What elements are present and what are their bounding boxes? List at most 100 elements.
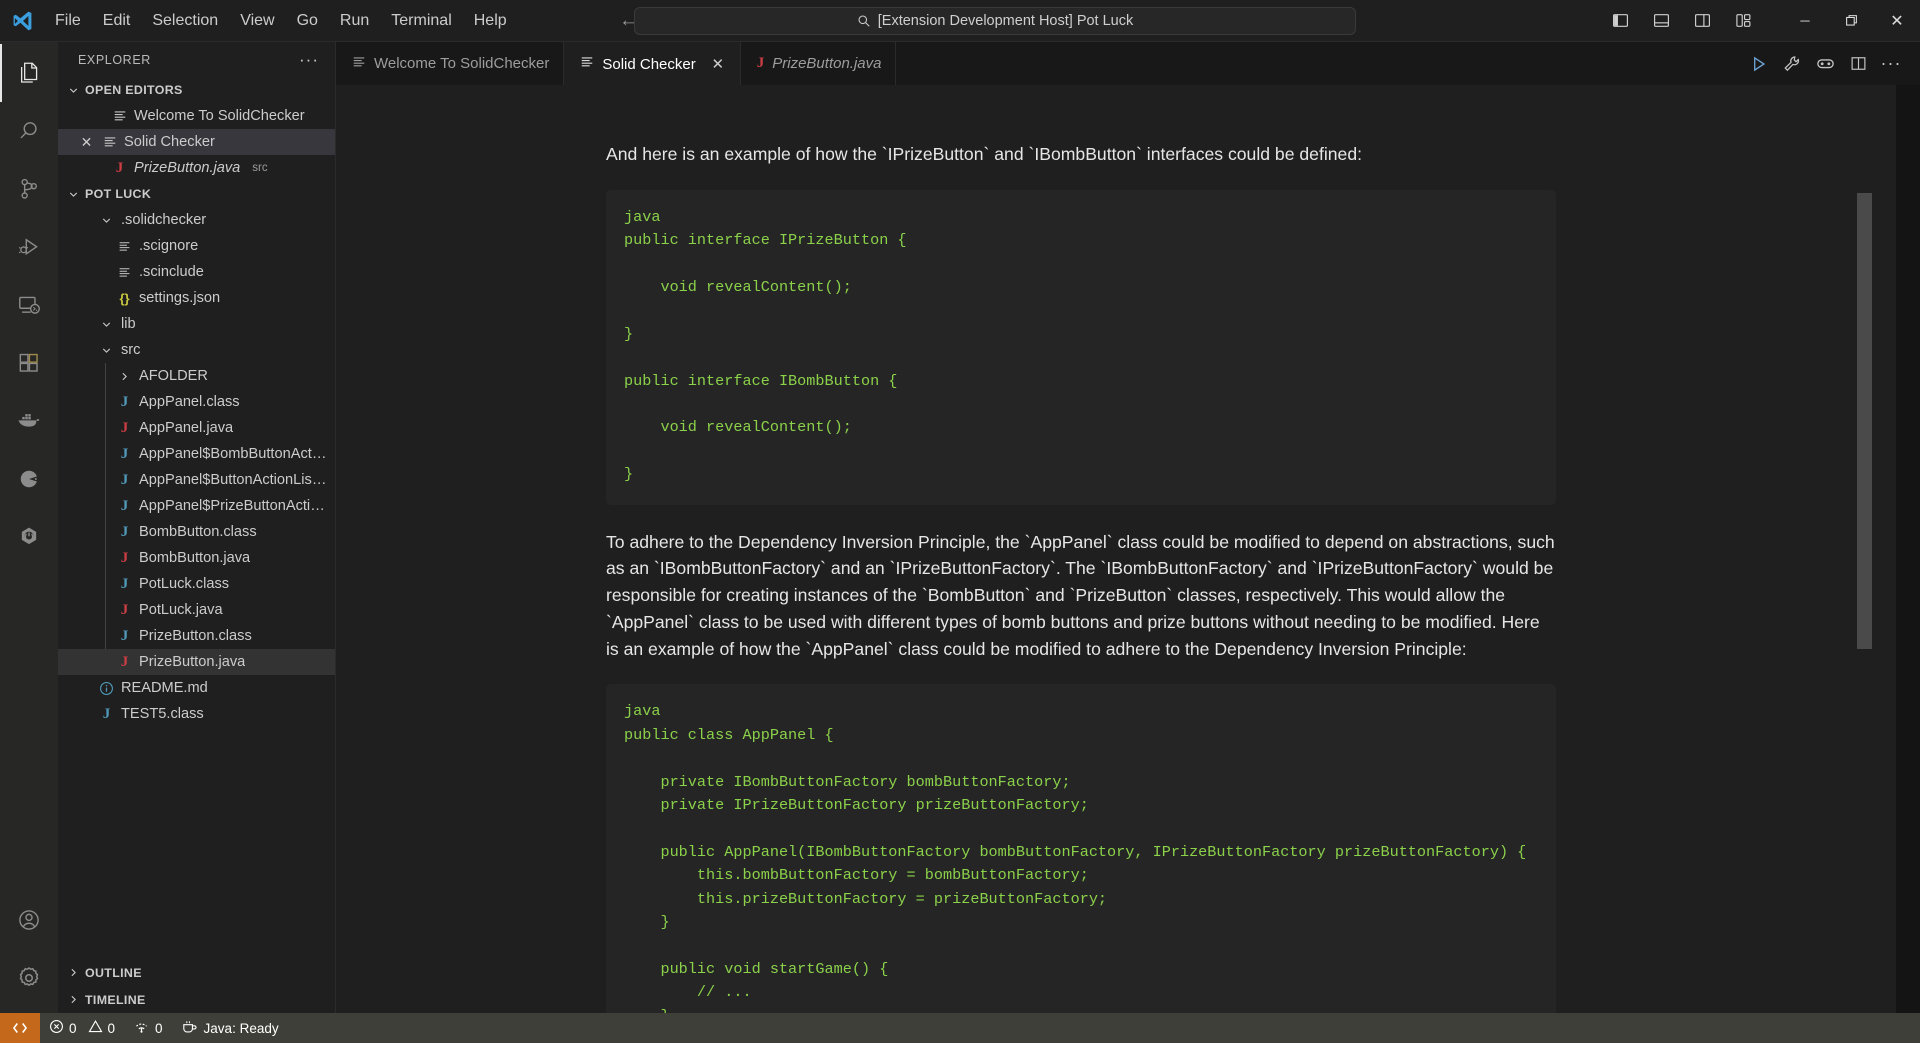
activity-item-extensions[interactable]	[0, 334, 58, 392]
markdown-preview-scroll[interactable]: And here is an example of how the `IPriz…	[606, 85, 1896, 1013]
activity-item-power[interactable]	[0, 508, 58, 566]
status-ports[interactable]: 0	[124, 1013, 172, 1043]
section-open-editors[interactable]: OPEN EDITORS	[58, 77, 335, 103]
source-control-icon	[21, 178, 37, 199]
java-source-icon: J	[756, 55, 765, 71]
java-source-icon: J	[115, 159, 124, 176]
tree-item-apppanel-bombbuttonactionlistener-class[interactable]: J AppPanel$BombButtonActionListener.cl..…	[58, 441, 335, 467]
open-editor-prizebutton-java[interactable]: J PrizeButton.java src	[58, 155, 335, 181]
settings-file-icon	[116, 266, 133, 279]
minimize-button[interactable]: ─	[1782, 0, 1828, 42]
tree-item-readme-md[interactable]: README.md	[58, 675, 335, 701]
status-bar: 0 0 0 Java: Ready	[0, 1013, 1920, 1043]
activity-item-explorer[interactable]	[0, 44, 58, 102]
tree-item-settings-json[interactable]: {} settings.json	[58, 285, 335, 311]
open-editor-welcome[interactable]: Welcome To SolidChecker	[58, 103, 335, 129]
menu-selection[interactable]: Selection	[142, 7, 228, 35]
section-outline[interactable]: OUTLINE	[58, 959, 335, 986]
status-java[interactable]: Java: Ready	[172, 1013, 288, 1043]
open-editors-list: Welcome To SolidChecker ✕ Solid Checker …	[58, 103, 335, 181]
remote-window-indicator[interactable]	[0, 1013, 40, 1043]
menu-terminal[interactable]: Terminal	[381, 7, 461, 35]
preview-file-icon	[580, 55, 594, 73]
markdown-preview[interactable]: And here is an example of how the `IPriz…	[606, 85, 1896, 1013]
toggle-primary-sidebar-icon[interactable]	[1603, 6, 1637, 36]
tree-item-potluck-java[interactable]: J PotLuck.java	[58, 597, 335, 623]
tree-item-src[interactable]: src	[58, 337, 335, 363]
activity-item-search[interactable]	[0, 102, 58, 160]
tree-item-scignore[interactable]: .scignore	[58, 233, 335, 259]
tree-item-apppanel-java[interactable]: J AppPanel.java	[58, 415, 335, 441]
tree-item-label: .scinclude	[139, 264, 204, 280]
preview-vertical-scrollbar[interactable]	[1857, 85, 1872, 1013]
tree-item-afolder[interactable]: AFOLDER	[58, 363, 335, 389]
scrollbar-thumb[interactable]	[1857, 193, 1872, 649]
menu-help[interactable]: Help	[464, 7, 517, 35]
tree-item-bombbutton-class[interactable]: J BombButton.class	[58, 519, 335, 545]
java-source-icon: J	[120, 601, 129, 618]
menu-file[interactable]: File	[45, 7, 91, 35]
maximize-button[interactable]	[1828, 0, 1874, 42]
menu-view[interactable]: View	[230, 7, 284, 35]
code-block-1: java public interface IPrizeButton { voi…	[606, 189, 1556, 505]
java-class-icon: J	[120, 497, 129, 514]
open-editor-solid-checker[interactable]: ✕ Solid Checker	[58, 129, 335, 155]
remote-explorer-icon	[19, 296, 40, 314]
tree-item-prizebutton-java[interactable]: J PrizeButton.java	[58, 649, 335, 675]
section-outline-label: OUTLINE	[85, 965, 142, 980]
chevron-down-icon	[98, 214, 115, 227]
activity-item-run-and-debug[interactable]	[0, 218, 58, 276]
menu-run[interactable]: Run	[330, 7, 379, 35]
run-icon[interactable]	[1744, 49, 1774, 79]
more-actions-icon[interactable]: ···	[1876, 49, 1906, 79]
tree-item-apppanel-buttonactionlistener-class[interactable]: J AppPanel$ButtonActionListener.class	[58, 467, 335, 493]
close-button[interactable]: ✕	[1874, 0, 1920, 42]
wrench-icon[interactable]	[1777, 49, 1807, 79]
tree-item-apppanel-prizebuttonactionlistener-class[interactable]: J AppPanel$PrizeButtonActionListener.cla…	[58, 493, 335, 519]
toggle-panel-icon[interactable]	[1644, 6, 1678, 36]
menu-go[interactable]: Go	[287, 7, 328, 35]
toggle-secondary-sidebar-icon[interactable]	[1685, 6, 1719, 36]
pie-chart-icon	[20, 470, 39, 488]
window-controls: ─ ✕	[1603, 0, 1920, 41]
activity-item-docker[interactable]	[0, 392, 58, 450]
account-icon	[19, 910, 39, 930]
activity-item-test-coverage[interactable]	[0, 450, 58, 508]
tab-label: Welcome To SolidChecker	[374, 55, 550, 72]
chevron-down-icon	[65, 82, 81, 98]
tree-item-scinclude[interactable]: .scinclude	[58, 259, 335, 285]
close-icon[interactable]: ✕	[710, 55, 726, 73]
tree-item-test5-class[interactable]: J TEST5.class	[58, 701, 335, 727]
tree-item-apppanel-class[interactable]: J AppPanel.class	[58, 389, 335, 415]
goggles-icon[interactable]	[1810, 49, 1840, 79]
sidebar-title-bar: EXPLORER ···	[58, 42, 335, 77]
tree-item-bombbutton-java[interactable]: J BombButton.java	[58, 545, 335, 571]
sidebar-more-actions-icon[interactable]: ···	[291, 50, 327, 70]
tree-item-lib[interactable]: lib	[58, 311, 335, 337]
tree-item-label: TEST5.class	[121, 706, 204, 722]
tab-welcome-to-solidchecker[interactable]: Welcome To SolidChecker	[336, 42, 565, 85]
status-problems[interactable]: 0 0	[40, 1013, 124, 1043]
menu-edit[interactable]: Edit	[93, 7, 141, 35]
command-center[interactable]: [Extension Development Host] Pot Luck	[634, 6, 1356, 35]
section-workspace-folder[interactable]: POT LUCK	[58, 181, 335, 207]
activity-item-accounts[interactable]	[0, 891, 58, 949]
ports-count: 0	[155, 1020, 163, 1036]
split-editor-icon[interactable]	[1843, 49, 1873, 79]
tree-item-potluck-class[interactable]: J PotLuck.class	[58, 571, 335, 597]
tree-item-solidchecker[interactable]: .solidchecker	[58, 207, 335, 233]
sidebar-title: EXPLORER	[78, 52, 151, 67]
tree-item-prizebutton-class[interactable]: J PrizeButton.class	[58, 623, 335, 649]
activity-item-remote-explorer[interactable]	[0, 276, 58, 334]
java-class-icon: J	[102, 705, 111, 722]
close-icon[interactable]: ✕	[78, 134, 95, 151]
customize-layout-icon[interactable]	[1726, 6, 1760, 36]
activity-item-source-control[interactable]	[0, 160, 58, 218]
tab-prizebutton-java[interactable]: J PrizeButton.java	[740, 42, 897, 85]
markdown-info-icon	[98, 681, 115, 696]
warning-count: 0	[107, 1020, 116, 1036]
section-timeline[interactable]: TIMELINE	[58, 986, 335, 1013]
tree-item-label: AppPanel$BombButtonActionListener.cl...	[139, 446, 327, 462]
activity-item-manage[interactable]	[0, 949, 58, 1007]
tab-solid-checker[interactable]: Solid Checker ✕	[564, 42, 741, 85]
